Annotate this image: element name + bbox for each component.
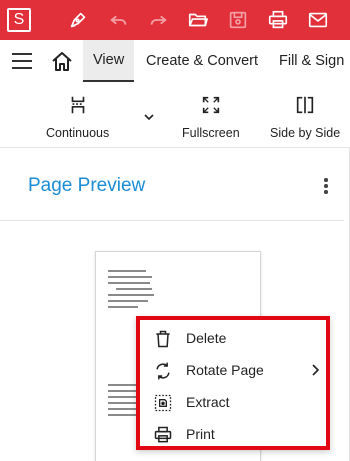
thumb-text-line [108, 402, 138, 404]
page-context-menu: Delete Rotate Page Extract Print [136, 316, 330, 450]
ribbon-tab-bar: View Create & Convert Fill & Sign [0, 40, 350, 82]
app-logo: S [7, 8, 31, 32]
continuous-button[interactable]: Continuous [46, 94, 109, 140]
title-bar: S [0, 0, 350, 40]
panel-divider [0, 220, 344, 221]
mail-icon[interactable] [306, 8, 330, 32]
fullscreen-label: Fullscreen [182, 126, 240, 140]
thumb-text-line [116, 288, 152, 290]
print-icon[interactable] [266, 8, 290, 32]
undo-icon[interactable] [107, 8, 131, 32]
menu-item-extract[interactable]: Extract [140, 386, 326, 418]
panel-title: Page Preview [28, 175, 146, 196]
menu-item-print[interactable]: Print [140, 418, 326, 450]
menu-item-rotate-page[interactable]: Rotate Page [140, 354, 326, 386]
tab-fill-sign[interactable]: Fill & Sign [279, 40, 344, 82]
side-by-side-button[interactable]: Side by Side [270, 94, 340, 140]
chevron-down-icon[interactable] [143, 112, 155, 122]
more-options-icon[interactable] [323, 178, 329, 194]
tab-create-convert[interactable]: Create & Convert [146, 40, 258, 82]
fullscreen-icon [202, 96, 219, 114]
pen-icon[interactable] [66, 8, 90, 32]
continuous-icon [71, 96, 84, 114]
extract-icon [152, 392, 174, 414]
open-folder-icon[interactable] [186, 8, 210, 32]
thumb-text-line [108, 294, 154, 296]
thumb-text-line [108, 276, 152, 278]
thumb-text-line [108, 306, 138, 308]
thumb-text-line [108, 282, 150, 284]
save-icon[interactable] [226, 8, 250, 32]
chevron-right-icon [312, 364, 320, 376]
print-icon [152, 424, 174, 446]
thumb-text-line [108, 270, 146, 272]
continuous-label: Continuous [46, 126, 110, 140]
fullscreen-button[interactable]: Fullscreen [182, 94, 240, 140]
trash-icon [152, 328, 174, 350]
menu-item-label: Print [186, 426, 215, 442]
side-by-side-icon [296, 96, 314, 114]
tab-view[interactable]: View [83, 40, 135, 82]
menu-item-label: Delete [186, 330, 227, 346]
side-by-side-label: Side by Side [270, 126, 341, 140]
menu-item-label: Extract [186, 394, 230, 410]
thumb-text-line [108, 300, 148, 302]
hamburger-menu-icon[interactable] [12, 53, 32, 69]
rotate-icon [152, 360, 174, 382]
redo-icon[interactable] [146, 8, 170, 32]
home-icon[interactable] [50, 50, 74, 72]
menu-item-delete[interactable]: Delete [140, 322, 326, 354]
menu-item-label: Rotate Page [186, 362, 264, 378]
